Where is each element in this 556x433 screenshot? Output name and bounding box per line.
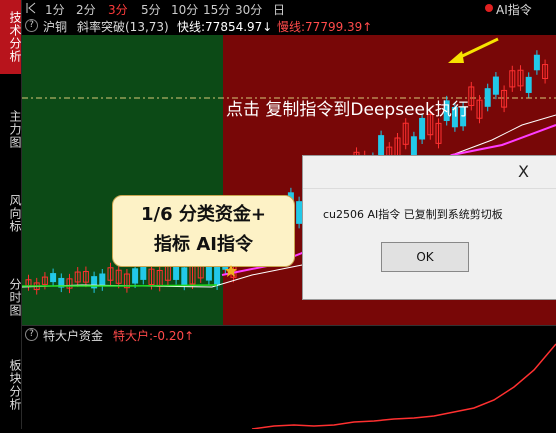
callout-line-2: 指标 AI指令 <box>154 234 253 255</box>
period-2min[interactable]: 2分 <box>76 1 96 18</box>
ok-button[interactable]: OK <box>381 242 469 272</box>
left-sidebar: 技术分析 主力图 风向标 分时图 板块分析 <box>0 0 22 429</box>
capital-line-svg <box>251 343 556 430</box>
dialog-message: cu2506 AI指令 已复制到系统剪切板 <box>323 208 503 221</box>
indicator-info-bar: ? 沪铜 斜率突破(13,73) 快线:77854.97↓ 慢线:77799.3… <box>22 17 556 35</box>
pointer-arrow-icon <box>448 37 499 63</box>
star-marker-icon <box>225 265 237 277</box>
dialog-divider <box>303 188 556 189</box>
candle-body <box>214 265 221 286</box>
lower-panel-header: ? 特大户资金 特大户:-0.20↑ <box>22 325 556 343</box>
help-icon[interactable]: ? <box>25 19 38 32</box>
candle-body <box>525 76 532 93</box>
candle-body <box>132 268 139 284</box>
period-15min[interactable]: 15分 <box>203 1 230 18</box>
candle-body <box>533 54 540 71</box>
period-toolbar: 1分 2分 3分 5分 10分 15分 30分 日 AI指令 <box>22 0 556 17</box>
symbol-name: 沪铜 <box>43 20 68 34</box>
candle-body <box>99 273 106 287</box>
indicator-name[interactable]: 斜率突破(13,73) <box>77 18 169 35</box>
period-5min[interactable]: 5分 <box>141 1 161 18</box>
large-trader-capital-panel[interactable] <box>22 342 556 430</box>
tab-wind-vane[interactable]: 风向标 <box>0 188 22 238</box>
period-10min[interactable]: 10分 <box>171 1 198 18</box>
ai-command-dot-icon <box>485 4 493 12</box>
candle-body <box>484 88 491 107</box>
close-icon[interactable]: X <box>518 162 529 181</box>
instruction-text: 点击 复制指令到Deepseek执行 <box>226 100 469 120</box>
back-arrow-icon[interactable] <box>26 2 36 14</box>
period-30min[interactable]: 30分 <box>235 1 262 18</box>
slow-line-value: 慢线:77799.39↑ <box>277 20 373 34</box>
period-day[interactable]: 日 <box>273 1 285 18</box>
callout-line-1: 1/6 分类资金+ <box>141 204 266 225</box>
tab-sector-analysis[interactable]: 板块分析 <box>0 350 22 420</box>
candle-body <box>296 201 303 224</box>
period-3min[interactable]: 3分 <box>108 1 128 18</box>
lower-help-icon[interactable]: ? <box>25 328 38 341</box>
candle-body <box>181 267 188 286</box>
tab-timeshare[interactable]: 分时图 <box>0 272 22 322</box>
copy-confirm-dialog: X cu2506 AI指令 已复制到系统剪切板 OK <box>302 155 556 300</box>
candle-body <box>419 117 426 140</box>
ai-command-button[interactable]: AI指令 <box>496 1 532 18</box>
feature-callout: 1/6 分类资金+ 指标 AI指令 <box>112 195 295 267</box>
fast-line-value: 快线:77854.97↓ <box>177 20 273 34</box>
candle-body <box>50 273 57 283</box>
tab-technical-analysis[interactable]: 技术分析 <box>0 0 22 74</box>
capital-line <box>251 343 556 430</box>
period-1min[interactable]: 1分 <box>45 1 65 18</box>
candle-body <box>492 76 499 95</box>
tab-main-force[interactable]: 主力图 <box>0 104 22 154</box>
